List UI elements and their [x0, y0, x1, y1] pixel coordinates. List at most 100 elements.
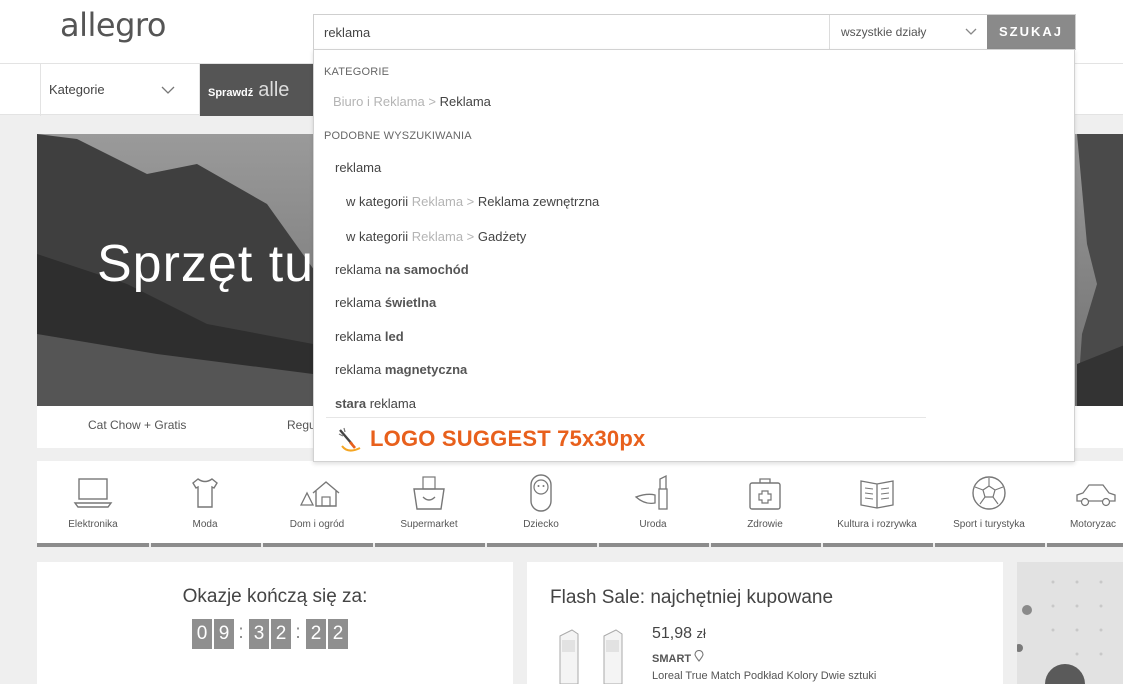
suggestion-item[interactable]: reklama magnetyczna	[335, 362, 467, 377]
categories-label: Kategorie	[49, 82, 105, 97]
category-label: Dziecko	[523, 519, 559, 530]
logo-suggest-label: LOGO SUGGEST 75x30px	[370, 426, 646, 451]
tshirt-icon	[192, 478, 218, 508]
chevron-down-icon	[161, 64, 175, 138]
price-currency: zł	[696, 626, 706, 641]
categories-button[interactable]: Kategorie	[40, 64, 200, 116]
category-label: Moda	[192, 519, 218, 530]
laptop-icon	[73, 478, 113, 508]
suggestion-item[interactable]: reklama na samochód	[335, 262, 469, 277]
promo-pattern-card[interactable]	[1017, 562, 1123, 684]
smart-badge-label: SMART	[652, 653, 692, 665]
suggestion-suffix: magnetyczna	[384, 362, 468, 377]
suggestion-item[interactable]: reklama	[335, 160, 381, 175]
subcategory-parent: Reklama >	[411, 194, 475, 209]
flash-sale-card[interactable]: Flash Sale: najchętniej kupowane 51,98 z…	[527, 562, 1003, 684]
category-uroda[interactable]: Uroda	[597, 461, 709, 547]
subcategory-child: Reklama zewnętrzna	[477, 194, 600, 209]
category-label: Uroda	[639, 519, 667, 530]
product-image[interactable]	[552, 626, 644, 684]
category-label: Dom i ogród	[289, 519, 345, 530]
promo-strip[interactable]: Sprawdź alle	[200, 64, 316, 116]
suggestion-item[interactable]: reklama led	[335, 329, 404, 344]
promo-brand: alle	[258, 79, 290, 101]
search-input[interactable]	[314, 15, 829, 49]
lipstick-icon	[634, 474, 668, 510]
hero-tab[interactable]: Regu	[287, 418, 316, 432]
logo-suggest[interactable]: LOGO SUGGEST 75x30px	[336, 426, 645, 456]
category-motoryzacja[interactable]: Motoryzac	[1037, 461, 1123, 547]
category-label: Motoryzac	[1069, 519, 1117, 530]
allegro-logo[interactable]: allegro	[60, 6, 166, 44]
in-category-label: w kategorii	[346, 194, 409, 209]
suggestion-prefix: reklama	[335, 262, 382, 277]
hero-tab[interactable]: Cat Chow + Gratis	[88, 418, 186, 432]
subcategory-child: Gadżety	[477, 229, 527, 244]
suggestion-suffix: świetlna	[384, 295, 437, 310]
suggestion-subcategory[interactable]: w kategorii Reklama > Gadżety	[346, 229, 526, 244]
category-label: Elektronika	[68, 519, 118, 530]
section-header-categories: KATEGORIE	[324, 66, 390, 78]
suggestion-prefix: reklama	[335, 295, 382, 310]
search-box: wszystkie działy SZUKAJ	[313, 14, 1076, 50]
ball-icon	[972, 476, 1006, 510]
category-label: Supermarket	[400, 519, 458, 530]
department-select[interactable]: wszystkie działy	[829, 15, 987, 49]
category-parent: Biuro i Reklama >	[333, 94, 436, 109]
suggestion-category[interactable]: Biuro i Reklama > Reklama	[333, 94, 491, 109]
section-header-similar: PODOBNE WYSZUKIWANIA	[324, 130, 472, 142]
category-label: Sport i turystyka	[953, 519, 1025, 530]
wand-icon	[338, 427, 361, 452]
suggestion-subcategory[interactable]: w kategorii Reklama > Reklama zewnętrzna	[346, 194, 599, 209]
countdown-separator: :	[295, 622, 301, 643]
category-moda[interactable]: Moda	[149, 461, 261, 547]
smart-badge: SMART	[652, 649, 704, 665]
suggestion-prefix: reklama	[335, 329, 382, 344]
countdown-separator: :	[238, 622, 244, 643]
category-dziecko[interactable]: Dziecko	[485, 461, 597, 547]
car-icon	[1076, 484, 1116, 507]
suggestion-item[interactable]: reklama świetlna	[335, 295, 436, 310]
countdown-digit: 9	[214, 619, 234, 649]
countdown-digit: 2	[271, 619, 291, 649]
book-icon	[860, 480, 894, 509]
basket-icon	[413, 476, 445, 510]
house-icon	[299, 481, 340, 507]
category-supermarket[interactable]: Supermarket	[373, 461, 485, 547]
category-elektronika[interactable]: Elektronika	[37, 461, 149, 547]
suggestion-suffix: led	[384, 329, 404, 344]
first-aid-icon	[749, 478, 781, 510]
category-child: Reklama	[439, 94, 491, 109]
category-underline	[37, 543, 1123, 547]
category-kultura[interactable]: Kultura i rozrywka	[821, 461, 933, 547]
suggestion-prefix: stara	[335, 396, 367, 411]
dots-pattern	[1017, 580, 1103, 684]
flash-sale-title: Flash Sale: najchętniej kupowane	[550, 587, 834, 608]
promo-label: Sprawdź	[208, 87, 254, 99]
search-button[interactable]: SZUKAJ	[987, 15, 1075, 49]
category-sport[interactable]: Sport i turystyka	[933, 461, 1045, 547]
suggestion-suffix: reklama	[369, 396, 416, 411]
suggestion-prefix: reklama	[335, 362, 382, 377]
product-name[interactable]: Loreal True Match Podkład Kolory Dwie sz…	[652, 670, 876, 682]
category-dom-i-ogrod[interactable]: Dom i ogród	[261, 461, 373, 547]
location-pin-icon	[694, 649, 704, 662]
baby-icon	[530, 474, 552, 512]
countdown-digit: 2	[328, 619, 348, 649]
category-icons-row: Elektronika Moda Dom i ogród Supermarket…	[37, 461, 1123, 547]
subcategory-parent: Reklama >	[411, 229, 475, 244]
deals-card[interactable]: Okazje kończą się za: 0 9 : 3 2 : 2 2	[37, 562, 513, 684]
deals-title: Okazje kończą się za:	[182, 586, 368, 607]
suggestion-item[interactable]: stara reklama	[335, 396, 416, 411]
department-label: wszystkie działy	[841, 25, 927, 39]
search-suggestions-dropdown: KATEGORIE Biuro i Reklama > Reklama PODO…	[313, 49, 1075, 462]
divider	[326, 417, 926, 418]
category-label: Zdrowie	[747, 519, 783, 530]
price-value: 51,98	[652, 625, 693, 642]
countdown-digit: 0	[192, 619, 212, 649]
suggestion-suffix: na samochód	[384, 262, 469, 277]
category-zdrowie[interactable]: Zdrowie	[709, 461, 821, 547]
countdown-digit: 3	[249, 619, 269, 649]
in-category-label: w kategorii	[346, 229, 409, 244]
category-label: Kultura i rozrywka	[837, 519, 917, 530]
